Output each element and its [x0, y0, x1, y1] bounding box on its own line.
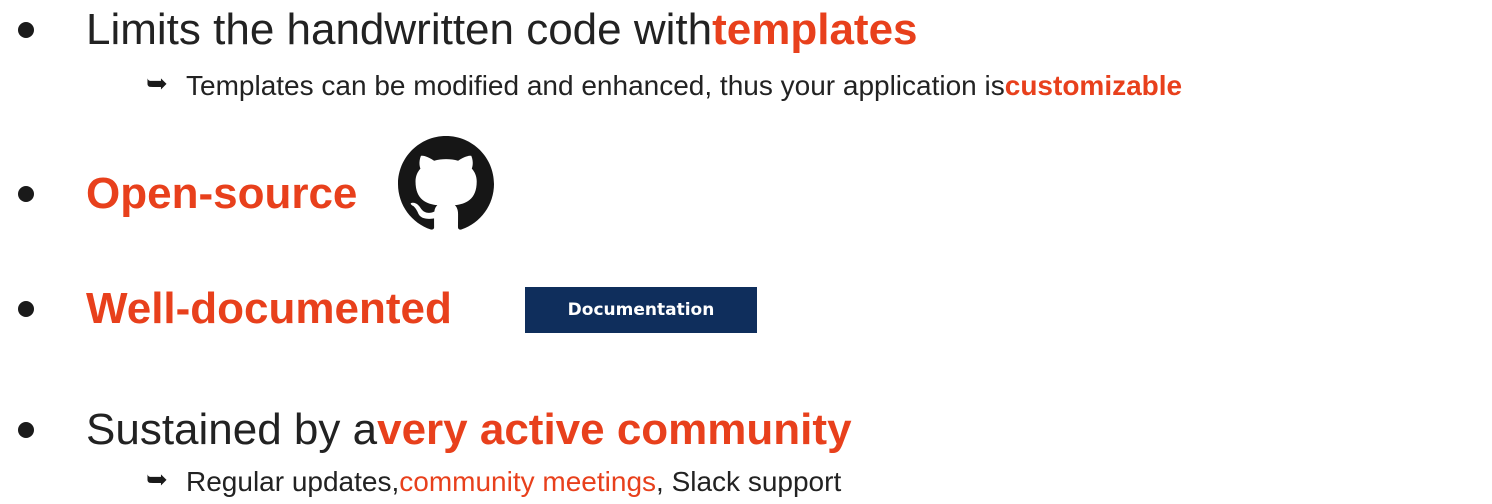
sub-item-community-details: Regular updates, community meetings , Sl… [186, 462, 841, 502]
item-text: Sustained by a [86, 405, 378, 454]
documentation-badge[interactable]: Documentation [525, 287, 757, 333]
bullet-icon [18, 22, 34, 38]
bullet-icon [18, 301, 34, 317]
sub-bullet-icon: ➥ [146, 68, 168, 98]
sub-item-text: Templates can be modified and enhanced, … [186, 70, 1005, 101]
sub-item-customizable: Templates can be modified and enhanced, … [186, 66, 1182, 106]
bullet-icon [18, 186, 34, 202]
item-highlight: Open-source [86, 169, 358, 218]
bullet-item-community: Sustained by a very active community [86, 402, 852, 458]
bullet-item-well-documented: Well-documented [86, 281, 452, 337]
bullet-icon [18, 422, 34, 438]
sub-item-highlight: customizable [1004, 70, 1183, 101]
github-icon[interactable] [398, 136, 494, 232]
bullet-item-templates: Limits the handwritten code with templat… [86, 2, 918, 58]
sub-item-text: Regular updates, [186, 466, 400, 497]
item-highlight: templates [712, 5, 918, 54]
item-text: Limits the handwritten code with [86, 5, 713, 54]
community-meetings-link[interactable]: community meetings [399, 466, 656, 498]
bullet-item-open-source: Open-source [86, 166, 357, 222]
sub-item-suffix: , Slack support [656, 466, 842, 497]
item-highlight: Well-documented [86, 284, 452, 333]
sub-bullet-icon: ➥ [146, 464, 168, 494]
item-highlight: very active community [377, 405, 852, 454]
